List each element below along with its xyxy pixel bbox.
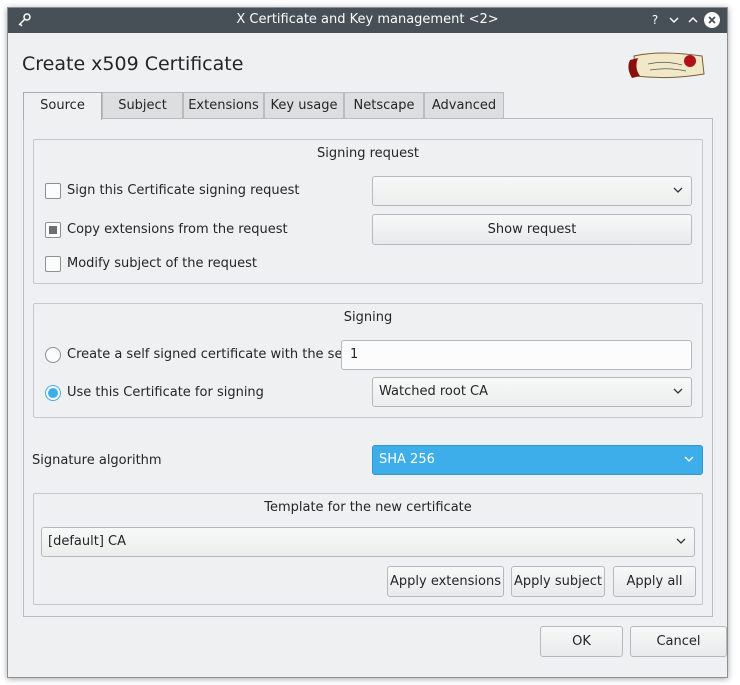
tab-source[interactable]: Source xyxy=(23,92,102,120)
signing-ca-select[interactable]: Watched root CA xyxy=(372,377,692,407)
group-title-template: Template for the new certificate xyxy=(264,500,472,515)
tab-key-usage[interactable]: Key usage xyxy=(264,92,344,119)
cancel-button[interactable]: Cancel xyxy=(630,626,727,657)
close-button[interactable] xyxy=(704,12,720,28)
template-group: Template for the new certificate [defaul… xyxy=(33,493,703,605)
ok-button[interactable]: OK xyxy=(540,626,623,657)
sign-request-label: Sign this Certificate signing request xyxy=(67,183,300,198)
chevron-down-icon xyxy=(669,17,679,24)
help-button[interactable]: ? xyxy=(647,12,663,28)
chevron-down-icon xyxy=(684,456,694,462)
scroll-seal-logo xyxy=(620,48,710,88)
window-title: X Certificate and Key management <2> xyxy=(236,12,499,27)
use-certificate-label: Use this Certificate for signing xyxy=(67,385,264,400)
modify-subject-checkbox[interactable] xyxy=(45,256,61,272)
copy-extensions-label: Copy extensions from the request xyxy=(67,222,288,237)
apply-extensions-button[interactable]: Apply extensions xyxy=(387,566,504,597)
serial-input[interactable]: 1 xyxy=(341,340,692,370)
tab-extensions[interactable]: Extensions xyxy=(183,92,264,119)
dialog-window: X Certificate and Key management <2> ? C… xyxy=(7,7,728,678)
sign-request-checkbox[interactable] xyxy=(45,183,61,199)
minimize-button[interactable] xyxy=(666,12,682,28)
signature-algorithm-label: Signature algorithm xyxy=(32,453,162,468)
apply-all-button[interactable]: Apply all xyxy=(613,566,696,597)
maximize-button[interactable] xyxy=(685,12,701,28)
dialog-title: Create x509 Certificate xyxy=(22,53,244,75)
apply-subject-button[interactable]: Apply subject xyxy=(511,566,605,597)
signature-algorithm-select[interactable]: SHA 256 xyxy=(372,445,703,475)
close-icon xyxy=(708,16,716,24)
group-title-signing: Signing xyxy=(343,310,393,325)
template-select[interactable]: [default] CA xyxy=(41,527,695,557)
copy-extensions-checkbox[interactable] xyxy=(45,222,61,238)
chevron-down-icon xyxy=(673,187,683,193)
signing-group: Signing Create a self signed certificate… xyxy=(33,303,703,418)
self-signed-radio[interactable] xyxy=(45,347,61,363)
tab-advanced[interactable]: Advanced xyxy=(424,92,504,119)
tab-netscape[interactable]: Netscape xyxy=(344,92,424,119)
title-bar[interactable]: X Certificate and Key management <2> ? xyxy=(8,8,727,33)
template-value: [default] CA xyxy=(48,534,126,549)
self-signed-label: Create a self signed certificate with th… xyxy=(67,347,363,362)
signature-algorithm-value: SHA 256 xyxy=(379,452,435,467)
request-select[interactable] xyxy=(372,176,692,206)
signing-ca-value: Watched root CA xyxy=(379,384,489,399)
chevron-up-icon xyxy=(688,16,698,23)
use-certificate-radio[interactable] xyxy=(45,385,61,401)
chevron-down-icon xyxy=(676,538,686,544)
tab-subject[interactable]: Subject xyxy=(102,92,183,119)
chevron-down-icon xyxy=(673,388,683,394)
source-tab-panel: Signing request Sign this Certificate si… xyxy=(23,118,713,617)
show-request-button[interactable]: Show request xyxy=(372,214,692,245)
signing-request-group: Signing request Sign this Certificate si… xyxy=(33,139,703,284)
modify-subject-label: Modify subject of the request xyxy=(67,256,258,271)
group-title-signing-request: Signing request xyxy=(316,146,419,161)
